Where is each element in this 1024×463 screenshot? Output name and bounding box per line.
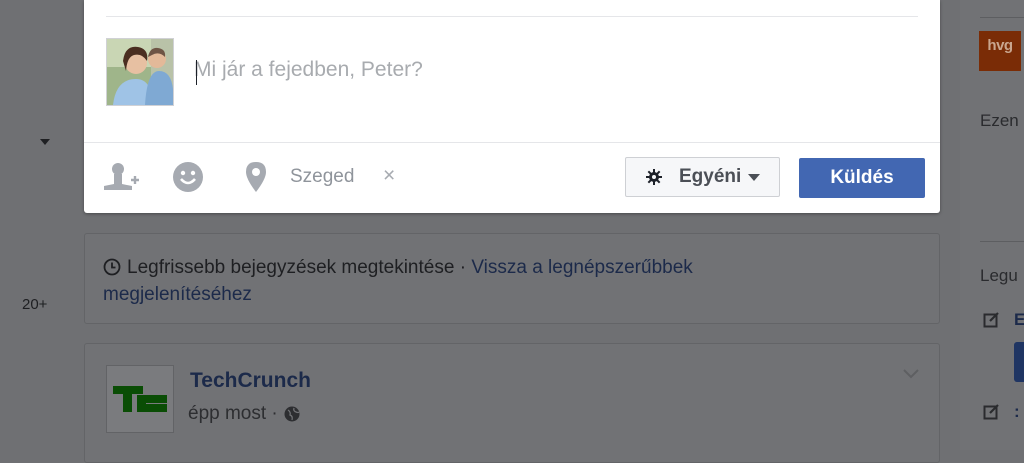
post-meta: épp most · [188, 403, 300, 425]
feed-post: TechCrunch épp most · [84, 343, 940, 463]
divider [84, 142, 940, 143]
chevron-down-icon [748, 173, 761, 181]
gear-icon [646, 169, 662, 185]
privacy-selector[interactable]: Egyéni [625, 157, 780, 197]
feed-sort-notice: Legfrissebb bejegyzések megtekintése · V… [84, 233, 940, 324]
edit-icon[interactable] [983, 311, 1000, 328]
text-cursor [196, 60, 197, 85]
techcrunch-logo[interactable] [106, 365, 174, 433]
clock-icon [103, 258, 121, 276]
privacy-label: Egyéni [679, 166, 742, 187]
notice-message: Legfrissebb bejegyzések megtekintése · [127, 257, 472, 278]
feeling-icon[interactable] [172, 161, 204, 193]
send-button[interactable]: Küldés [799, 158, 925, 198]
caret-down-icon[interactable] [40, 139, 50, 145]
remove-location-button[interactable]: × [383, 165, 395, 187]
divider [980, 17, 1024, 18]
right-col-item[interactable]: E [1014, 310, 1024, 330]
edit-icon[interactable] [983, 403, 1000, 420]
divider [106, 16, 918, 17]
status-input[interactable]: Mi jár a fejedben, Peter? [194, 58, 423, 82]
avatar[interactable] [106, 38, 174, 106]
divider [980, 241, 1024, 242]
right-col-item[interactable]: : [1014, 402, 1020, 422]
rail-count: 20+ [22, 296, 48, 313]
location-label[interactable]: Szeged [290, 166, 354, 188]
post-composer: Mi jár a fejedben, Peter? Szeged × Egyén… [84, 0, 940, 213]
right-col-heading: Legu [980, 266, 1018, 285]
hvg-logo[interactable]: hvg [979, 31, 1021, 71]
globe-icon [284, 406, 300, 422]
notice-text: Legfrissebb bejegyzések megtekintése · V… [103, 254, 803, 308]
post-author[interactable]: TechCrunch [190, 369, 311, 393]
left-rail: 20+ [0, 0, 84, 450]
right-col-button[interactable] [1014, 342, 1024, 382]
location-pin-icon[interactable] [245, 161, 267, 193]
post-timestamp[interactable]: épp most · [188, 403, 278, 425]
tag-friends-icon[interactable] [104, 162, 140, 192]
right-col-heading: Ezen [980, 111, 1019, 130]
chevron-down-icon[interactable] [903, 369, 919, 379]
